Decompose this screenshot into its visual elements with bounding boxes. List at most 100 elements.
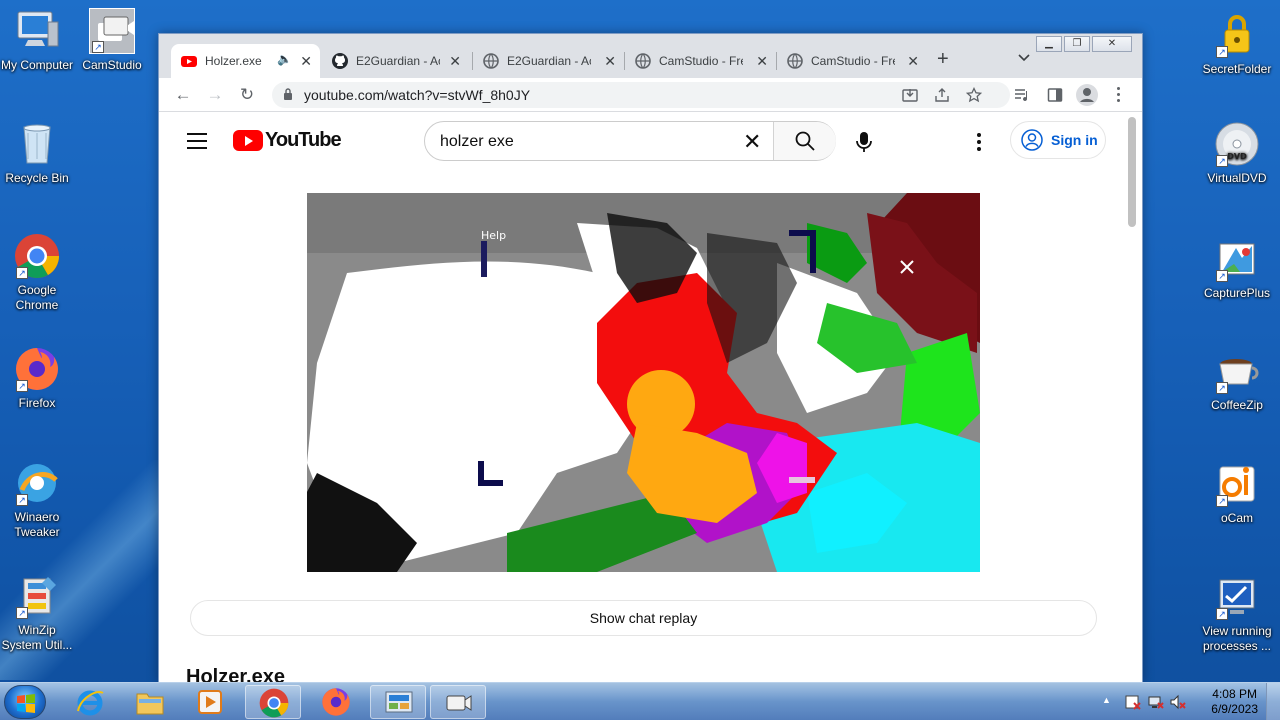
globe-icon: [787, 53, 803, 69]
desktop-icon-coffeezip[interactable]: ↗ CoffeeZip: [1197, 348, 1277, 413]
shortcut-arrow-icon: ↗: [1216, 46, 1228, 58]
clock-time: 4:08 PM: [1212, 687, 1257, 701]
desktop-icon-winzip[interactable]: ↗ WinZip System Util...: [0, 573, 77, 653]
desktop-icon-label: View running processes ...: [1202, 624, 1272, 653]
tray-network-icon[interactable]: [1148, 694, 1164, 710]
desktop-icon-ocam[interactable]: ↗ oCam: [1197, 461, 1277, 526]
search-box[interactable]: holzer exe ✕: [424, 121, 836, 161]
video-player[interactable]: Help: [307, 193, 980, 572]
tab-close-icon[interactable]: ✕: [300, 53, 312, 70]
window-controls: ▁ ❐ ✕: [1036, 36, 1132, 52]
show-desktop-button[interactable]: [1266, 683, 1280, 720]
ocam-icon: ↗: [1214, 461, 1260, 507]
taskbar-control-panel[interactable]: [370, 685, 426, 719]
processes-icon: ↗: [1214, 574, 1260, 620]
taskbar-file-explorer[interactable]: [122, 685, 178, 719]
browser-menu-icon[interactable]: [1117, 87, 1121, 102]
camstudio-icon: [446, 695, 472, 711]
winaero-icon: ↗: [14, 460, 60, 506]
close-window-button[interactable]: ✕: [1092, 36, 1132, 52]
minimize-button[interactable]: ▁: [1036, 36, 1062, 52]
tab-e2guardian-2[interactable]: E2Guardian - Ac ✕: [473, 44, 624, 78]
desktop-icon-captureplus[interactable]: ↗ CapturePlus: [1197, 236, 1277, 301]
desktop-icon-firefox[interactable]: ↗ Firefox: [0, 346, 77, 411]
desktop-icon-recycle-bin[interactable]: Recycle Bin: [0, 121, 77, 186]
tab-close-icon[interactable]: ✕: [756, 53, 768, 70]
install-app-icon[interactable]: [902, 87, 918, 103]
desktop-icon-label: Firefox: [18, 396, 56, 410]
share-icon[interactable]: [934, 87, 950, 103]
tab-e2guardian-1[interactable]: E2Guardian - Ac ✕: [322, 44, 469, 78]
tab-close-icon[interactable]: ✕: [907, 53, 919, 70]
github-icon: [332, 53, 348, 69]
desktop-icon-label: oCam: [1220, 511, 1253, 525]
forward-button[interactable]: →: [204, 84, 226, 106]
tray-volume-muted-icon[interactable]: [1170, 694, 1186, 710]
taskbar-clock[interactable]: 4:08 PM 6/9/2023: [1211, 687, 1258, 717]
tab-title: CamStudio - Fre: [811, 54, 895, 68]
maximize-button[interactable]: ❐: [1064, 36, 1090, 52]
winzip-icon: ↗: [14, 573, 60, 619]
desktop-icon-label: SecretFolder: [1202, 62, 1272, 76]
taskbar-camstudio[interactable]: [430, 685, 486, 719]
start-button[interactable]: [4, 685, 46, 719]
chrome-icon: [259, 688, 289, 718]
desktop-icon-google-chrome[interactable]: ↗ Google Chrome: [0, 233, 77, 313]
desktop-icon-view-running-processes[interactable]: ↗ View running processes ...: [1197, 574, 1277, 654]
desktop-icon-secretfolder[interactable]: ↗ SecretFolder: [1197, 12, 1277, 77]
coffeezip-icon: ↗: [1214, 348, 1260, 394]
tab-search-chevron-icon[interactable]: [1018, 54, 1030, 62]
tab-camstudio-2[interactable]: CamStudio - Fre ✕: [777, 44, 927, 78]
sign-in-button[interactable]: Sign in: [1010, 121, 1106, 159]
youtube-logo[interactable]: YouTube: [233, 129, 342, 152]
new-tab-button[interactable]: +: [937, 48, 949, 71]
desktop-icon-my-computer[interactable]: My Computer: [0, 8, 77, 73]
shortcut-arrow-icon: ↗: [1216, 270, 1228, 282]
desktop-icon-camstudio[interactable]: ↗ CamStudio: [72, 8, 152, 73]
clear-search-icon[interactable]: ✕: [743, 129, 761, 155]
tab-close-icon[interactable]: ✕: [449, 53, 461, 70]
browser-toolbar: ← → ↻ youtube.com/watch?v=stvWf_8h0JY: [159, 78, 1142, 112]
show-chat-replay-button[interactable]: Show chat replay: [190, 600, 1097, 636]
media-control-icon[interactable]: [1014, 87, 1030, 103]
tab-audio-icon[interactable]: 🔈: [277, 52, 292, 66]
taskbar-firefox[interactable]: [308, 685, 364, 719]
desktop-icon-label: CamStudio: [82, 58, 142, 72]
youtube-page: YouTube holzer exe ✕ Sign in Help Show c…: [159, 113, 1142, 683]
shortcut-arrow-icon: ↗: [16, 267, 28, 279]
taskbar-internet-explorer[interactable]: [62, 685, 118, 719]
tab-holzer-exe[interactable]: Holzer.exe - 🔈 ✕: [171, 44, 320, 78]
page-scrollbar[interactable]: [1128, 117, 1136, 227]
shortcut-arrow-icon: ↗: [92, 41, 104, 53]
tab-close-icon[interactable]: ✕: [604, 53, 616, 70]
sign-in-label: Sign in: [1051, 132, 1098, 148]
desktop-icon-label: My Computer: [0, 58, 74, 72]
taskbar-chrome[interactable]: [245, 685, 301, 719]
microphone-icon[interactable]: [854, 131, 874, 153]
search-button[interactable]: [773, 122, 836, 160]
youtube-logo-text: YouTube: [265, 129, 342, 151]
taskbar: ▲ 4:08 PM 6/9/2023: [0, 682, 1280, 720]
address-bar[interactable]: youtube.com/watch?v=stvWf_8h0JY: [272, 82, 1010, 108]
captureplus-icon: ↗: [1214, 236, 1260, 282]
search-input[interactable]: holzer exe: [440, 133, 514, 151]
tab-title: Holzer.exe -: [205, 54, 265, 68]
tray-security-icon[interactable]: [1125, 694, 1141, 710]
tab-camstudio-1[interactable]: CamStudio - Fre ✕: [625, 44, 776, 78]
settings-menu-icon[interactable]: [977, 133, 981, 151]
globe-icon: [483, 53, 499, 69]
hamburger-menu-icon[interactable]: [187, 133, 207, 149]
profile-avatar-icon[interactable]: [1076, 84, 1098, 106]
back-button[interactable]: ←: [172, 84, 194, 106]
shortcut-arrow-icon: ↗: [1216, 382, 1228, 394]
tab-title: E2Guardian - Ac: [356, 54, 440, 68]
desktop-icon-winaero-tweaker[interactable]: ↗ Winaero Tweaker: [0, 460, 77, 540]
reload-button[interactable]: ↻: [236, 84, 258, 106]
video-title: Holzer.exe: [186, 666, 285, 683]
taskbar-media-player[interactable]: [182, 685, 238, 719]
desktop-icon-virtualdvd[interactable]: DVD ↗ VirtualDVD: [1197, 121, 1277, 186]
side-panel-icon[interactable]: [1047, 87, 1063, 103]
show-hidden-icons-icon[interactable]: ▲: [1102, 695, 1111, 705]
bookmark-star-icon[interactable]: [966, 87, 982, 103]
desktop-icon-label: VirtualDVD: [1207, 171, 1267, 185]
